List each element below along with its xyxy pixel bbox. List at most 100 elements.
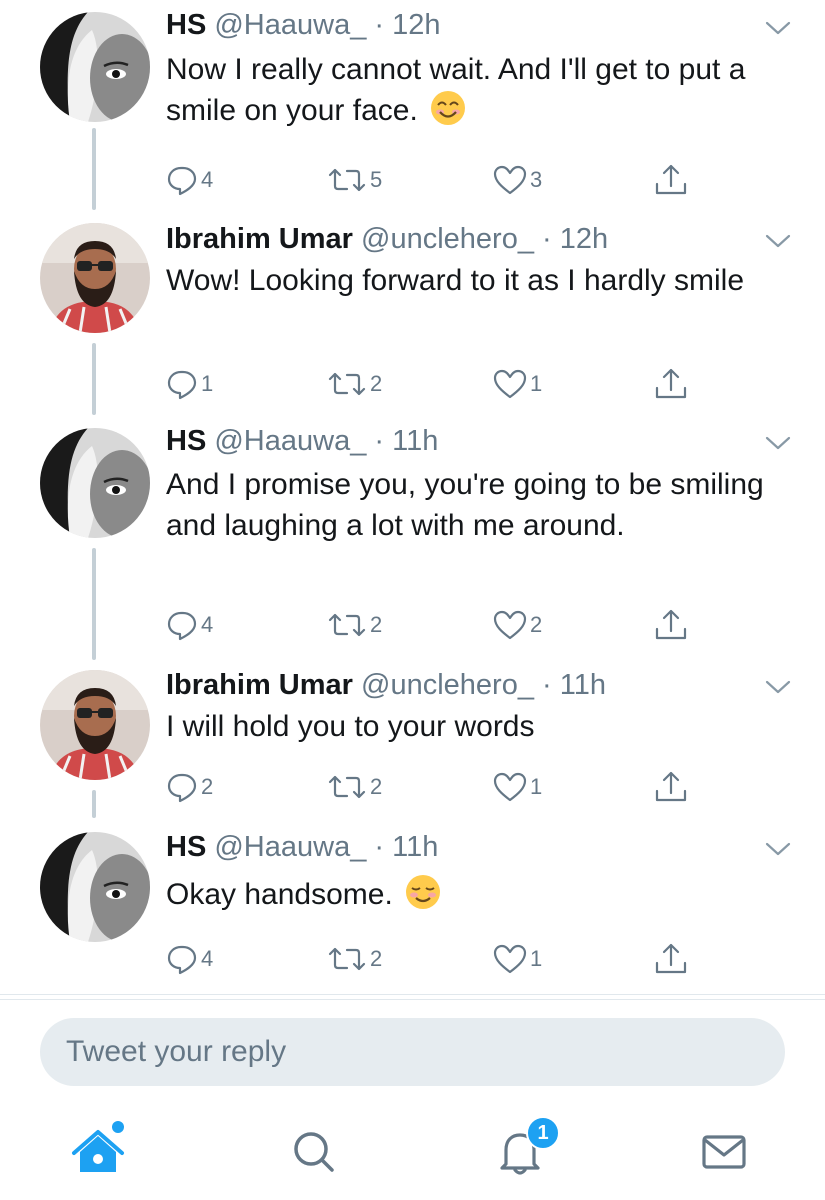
tweet-header: HS @Haauwa_ · 11h (166, 424, 438, 458)
display-name[interactable]: Ibrahim Umar (166, 223, 353, 255)
avatar[interactable] (40, 12, 150, 122)
like-button[interactable]: 1 (493, 770, 542, 804)
retweet-count: 5 (370, 167, 383, 192)
like-button[interactable]: 1 (493, 367, 542, 401)
heart-icon (493, 610, 527, 640)
reply-icon (167, 945, 197, 975)
search-tab[interactable] (284, 1122, 344, 1182)
tweet-text-container: Now I really cannot wait. And I'll get t… (166, 49, 766, 131)
reply-box[interactable] (40, 1018, 785, 1086)
smiling-face-with-smiling-eyes-icon (431, 91, 466, 125)
user-handle[interactable]: @Haauwa_ (214, 425, 366, 457)
avatar[interactable] (40, 832, 150, 942)
retweet-icon (328, 168, 366, 192)
user-handle[interactable]: @unclehero_ (361, 223, 534, 255)
like-button[interactable]: 3 (493, 163, 542, 197)
display-name[interactable]: HS (166, 425, 206, 457)
chevron-down-icon[interactable] (764, 839, 792, 859)
unread-dot (112, 1121, 124, 1133)
share-icon[interactable] (653, 941, 689, 977)
tweet-header: Ibrahim Umar @unclehero_ · 11h (166, 668, 606, 702)
tweet-text: And I promise you, you're going to be sm… (166, 468, 764, 542)
retweet-count: 2 (370, 612, 383, 637)
user-handle[interactable]: @unclehero_ (361, 669, 534, 701)
retweet-button[interactable]: 2 (327, 367, 382, 401)
display-name[interactable]: Ibrahim Umar (166, 669, 353, 701)
user-handle[interactable]: @Haauwa_ (214, 831, 366, 863)
timestamp: 11h (559, 669, 606, 701)
chevron-down-icon[interactable] (764, 433, 792, 453)
separator: · (366, 425, 393, 457)
retweet-count: 2 (370, 946, 383, 971)
avatar[interactable] (40, 428, 150, 538)
like-button[interactable]: 2 (493, 608, 542, 642)
reply-icon (167, 773, 197, 803)
reply-count: 4 (201, 612, 214, 637)
reply-icon (167, 166, 197, 196)
like-button[interactable]: 1 (493, 942, 542, 976)
retweet-button[interactable]: 5 (327, 163, 382, 197)
home-tab[interactable] (68, 1121, 128, 1182)
thread-line (92, 790, 96, 818)
share-icon[interactable] (653, 607, 689, 643)
reply-count: 4 (201, 946, 214, 971)
bottom-tab-bar: 1 (0, 1100, 825, 1200)
tweet-text-container: Okay handsome. (166, 874, 766, 915)
reply-button[interactable]: 1 (166, 367, 213, 401)
avatar[interactable] (40, 223, 150, 333)
reply-count: 2 (201, 774, 214, 799)
notification-badge: 1 (526, 1116, 560, 1150)
chevron-down-icon[interactable] (764, 18, 792, 38)
tweet-header: HS @Haauwa_ · 11h (166, 830, 438, 864)
timestamp: 12h (559, 223, 609, 255)
tweet-text: Okay handsome. (166, 878, 393, 911)
tweet-header: Ibrahim Umar @unclehero_ · 12h (166, 222, 608, 256)
retweet-button[interactable]: 2 (327, 770, 382, 804)
separator: · (533, 669, 560, 701)
like-count: 1 (530, 371, 543, 396)
divider (0, 999, 825, 1000)
reply-button[interactable]: 4 (166, 942, 213, 976)
retweet-button[interactable]: 2 (327, 608, 382, 642)
like-count: 1 (530, 774, 543, 799)
retweet-icon (328, 947, 366, 971)
like-count: 3 (530, 167, 543, 192)
separator: · (366, 831, 393, 863)
avatar[interactable] (40, 670, 150, 780)
reply-button[interactable]: 4 (166, 608, 213, 642)
notifications-tab[interactable]: 1 (490, 1116, 560, 1182)
display-name[interactable]: HS (166, 9, 206, 41)
chevron-down-icon[interactable] (764, 677, 792, 697)
tweet-text: I will hold you to your words (166, 710, 535, 743)
reply-count: 4 (201, 167, 214, 192)
messages-tab[interactable] (694, 1122, 754, 1182)
search-icon (294, 1132, 334, 1172)
heart-icon (493, 165, 527, 195)
timestamp: 11h (392, 425, 439, 457)
tweet-text: Wow! Looking forward to it as I hardly s… (166, 264, 745, 297)
user-handle[interactable]: @Haauwa_ (214, 9, 366, 41)
retweet-icon (328, 372, 366, 396)
smiling-face-icon (406, 875, 441, 909)
share-icon[interactable] (653, 769, 689, 805)
thread-line (92, 548, 96, 660)
retweet-button[interactable]: 2 (327, 942, 382, 976)
tweet-reply-input[interactable] (40, 1018, 746, 1086)
share-icon[interactable] (653, 162, 689, 198)
like-count: 1 (530, 946, 543, 971)
separator: · (366, 9, 393, 41)
retweet-count: 2 (370, 774, 383, 799)
retweet-count: 2 (370, 371, 383, 396)
chevron-down-icon[interactable] (764, 231, 792, 251)
thread-line (92, 128, 96, 210)
heart-icon (493, 772, 527, 802)
separator: · (533, 223, 560, 255)
timestamp: 11h (392, 831, 439, 863)
share-icon[interactable] (653, 366, 689, 402)
heart-icon (493, 369, 527, 399)
reply-button[interactable]: 2 (166, 770, 213, 804)
display-name[interactable]: HS (166, 831, 206, 863)
retweet-icon (328, 775, 366, 799)
reply-icon (167, 611, 197, 641)
reply-button[interactable]: 4 (166, 163, 213, 197)
